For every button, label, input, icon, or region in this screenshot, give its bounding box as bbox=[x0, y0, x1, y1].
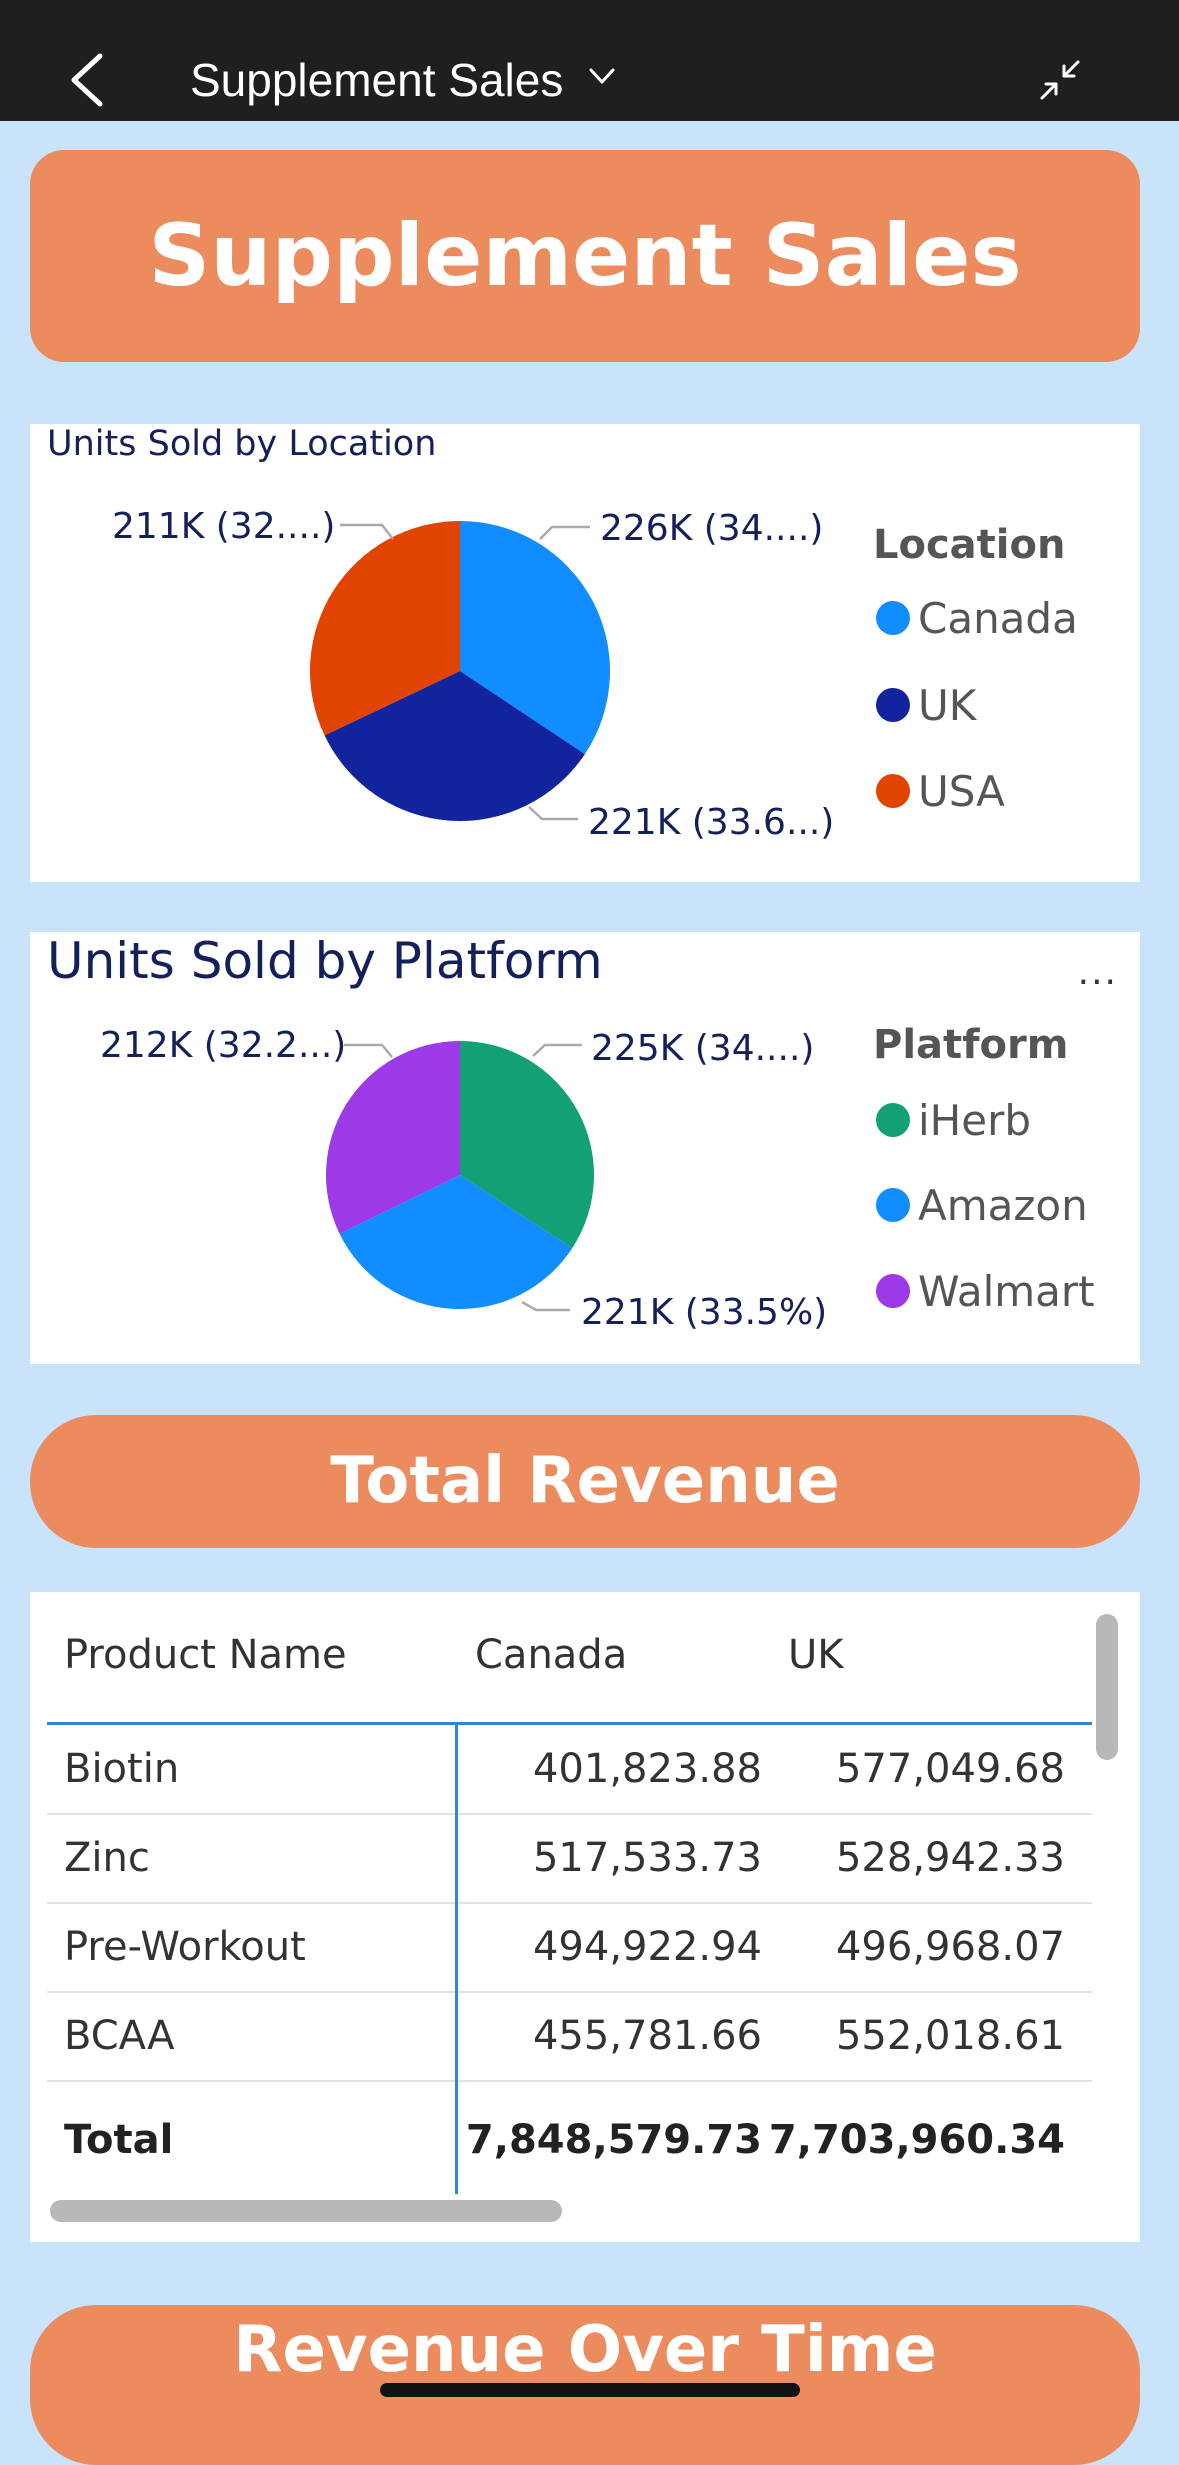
cell-canada: 401,823.88 bbox=[532, 1746, 762, 1792]
legend-item-uk[interactable]: UK bbox=[876, 681, 976, 730]
legend-item-walmart[interactable]: Walmart bbox=[876, 1267, 1095, 1316]
back-arrow-icon[interactable] bbox=[66, 52, 110, 108]
cell-uk: 496,968.07 bbox=[835, 1924, 1065, 1970]
cell-product-name: Pre-Workout bbox=[64, 1924, 306, 1970]
legend-label: Walmart bbox=[918, 1267, 1095, 1316]
location-slice-label-canada: 226K (34....) bbox=[600, 508, 824, 549]
location-slice-label-uk: 221K (33.6...) bbox=[588, 802, 835, 843]
legend-label: iHerb bbox=[918, 1096, 1032, 1145]
column-divider bbox=[455, 1724, 458, 2194]
total-row[interactable]: Total 7,848,579.73 7,703,960.34 bbox=[47, 2096, 1092, 2184]
legend-dot-uk bbox=[876, 687, 910, 722]
cell-total-canada: 7,848,579.73 bbox=[465, 2117, 762, 2163]
column-header-uk[interactable]: UK bbox=[788, 1632, 844, 1678]
location-pie-card[interactable]: Units Sold by Location 211K (32....) 226… bbox=[30, 424, 1140, 882]
location-slice-label-usa: 211K (32....) bbox=[112, 506, 336, 547]
legend-dot-canada bbox=[876, 600, 910, 635]
cell-product-name: Biotin bbox=[64, 1746, 180, 1792]
legend-label: UK bbox=[918, 681, 977, 730]
cell-canada: 455,781.66 bbox=[532, 2013, 762, 2059]
legend-label: Canada bbox=[918, 594, 1078, 643]
cell-uk: 528,942.33 bbox=[835, 1835, 1065, 1881]
column-header-canada[interactable]: Canada bbox=[475, 1632, 627, 1678]
cell-canada: 517,533.73 bbox=[532, 1835, 762, 1881]
cell-product-name: Zinc bbox=[64, 1835, 150, 1881]
dashboard-title-banner: Supplement Sales bbox=[30, 150, 1140, 362]
legend-item-canada[interactable]: Canada bbox=[876, 594, 1078, 643]
legend-label: Amazon bbox=[918, 1181, 1088, 1230]
collapse-icon[interactable] bbox=[1038, 58, 1082, 102]
legend-item-amazon[interactable]: Amazon bbox=[876, 1181, 1088, 1230]
table-row[interactable]: Biotin 401,823.88 577,049.68 bbox=[47, 1725, 1092, 1815]
legend-dot-walmart bbox=[876, 1273, 910, 1308]
location-legend-title: Location bbox=[873, 522, 1066, 568]
cell-uk: 552,018.61 bbox=[835, 2013, 1065, 2059]
table-row[interactable]: BCAA 455,781.66 552,018.61 bbox=[47, 1992, 1092, 2082]
cell-product-name: BCAA bbox=[64, 2013, 175, 2059]
platform-legend-title: Platform bbox=[873, 1022, 1069, 1068]
legend-dot-amazon bbox=[876, 1187, 910, 1222]
cell-total-uk: 7,703,960.34 bbox=[768, 2117, 1065, 2163]
total-revenue-banner: Total Revenue bbox=[30, 1415, 1140, 1548]
legend-dot-usa bbox=[876, 773, 910, 808]
legend-item-iherb[interactable]: iHerb bbox=[876, 1096, 1031, 1145]
horizontal-scrollbar[interactable] bbox=[50, 2200, 562, 2222]
top-app-bar: Supplement Sales bbox=[0, 0, 1179, 121]
platform-slice-label-amazon: 221K (33.5%) bbox=[581, 1292, 828, 1333]
legend-label: USA bbox=[918, 767, 1005, 816]
cell-uk: 577,049.68 bbox=[835, 1746, 1065, 1792]
platform-pie-card[interactable]: Units Sold by Platform ... 212K (32.2...… bbox=[30, 932, 1140, 1364]
platform-slice-label-iherb: 225K (34....) bbox=[591, 1028, 815, 1069]
revenue-matrix-table[interactable]: Product Name Canada UK Biotin 401,823.88… bbox=[30, 1592, 1140, 2242]
legend-item-usa[interactable]: USA bbox=[876, 767, 1005, 816]
report-title[interactable]: Supplement Sales bbox=[190, 50, 563, 110]
cell-canada: 494,922.94 bbox=[532, 1924, 762, 1970]
table-row[interactable]: Zinc 517,533.73 528,942.33 bbox=[47, 1814, 1092, 1904]
cell-total-label: Total bbox=[64, 2117, 174, 2163]
platform-slice-label-walmart: 212K (32.2...) bbox=[100, 1025, 347, 1066]
column-header-product-name[interactable]: Product Name bbox=[64, 1632, 347, 1678]
chevron-down-icon[interactable] bbox=[588, 66, 616, 88]
table-row[interactable]: Pre-Workout 494,922.94 496,968.07 bbox=[47, 1903, 1092, 1993]
vertical-scrollbar[interactable] bbox=[1096, 1614, 1118, 1760]
legend-dot-iherb bbox=[876, 1102, 910, 1137]
home-indicator bbox=[380, 2383, 800, 2397]
